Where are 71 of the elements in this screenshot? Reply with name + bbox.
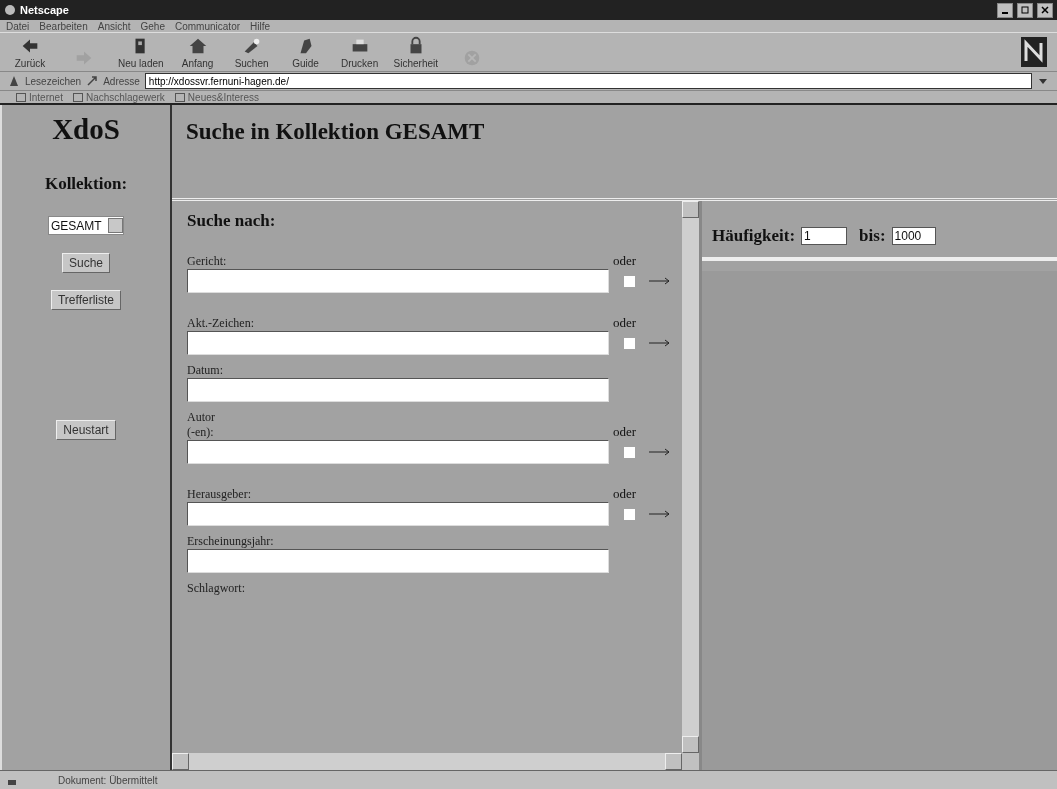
minimize-button[interactable]	[997, 2, 1013, 18]
frequency-label: Häufigkeit:	[712, 226, 796, 246]
or-label: oder	[613, 315, 637, 331]
bookmark-icon	[8, 75, 20, 87]
text-field[interactable]	[187, 331, 609, 355]
folder-icon	[72, 92, 83, 102]
personal-bookmark[interactable]: Nachschlagewerk	[72, 91, 165, 103]
or-label: oder	[613, 253, 637, 269]
menu-item[interactable]: Ansicht	[97, 20, 131, 32]
frequency-to-field[interactable]: 1000	[891, 227, 936, 245]
close-icon	[1041, 6, 1049, 14]
site-logo: XdoS	[52, 113, 120, 146]
field-label: Erscheinungsjahr:	[187, 534, 275, 549]
location-icon	[86, 75, 99, 87]
or-label: oder	[613, 424, 637, 440]
text-field[interactable]	[187, 440, 609, 464]
toolbar-button[interactable]: Drucken	[339, 35, 380, 69]
status-text: Dokument: Übermittelt	[58, 774, 158, 786]
collection-label: Kollektion:	[44, 174, 128, 194]
or-checkbox[interactable]	[623, 337, 635, 349]
sidebar-button[interactable]: Suche	[62, 253, 110, 273]
text-field[interactable]	[187, 549, 609, 573]
field-label: Akt.-Zeichen:	[187, 316, 255, 331]
personal-bookmark[interactable]: Internet	[16, 91, 63, 103]
text-field[interactable]	[187, 378, 609, 402]
arrow-icon	[649, 277, 671, 285]
menu-item[interactable]: Gehe	[140, 20, 165, 32]
horizontal-scrollbar[interactable]	[172, 753, 682, 770]
text-field[interactable]	[187, 269, 609, 293]
form-heading: Suche nach:	[187, 211, 277, 231]
toolbar-button[interactable]: Anfang	[177, 35, 218, 69]
sidebar-button[interactable]: Trefferliste	[51, 290, 121, 310]
field-label: Datum:	[187, 363, 224, 378]
menu-item[interactable]: Hilfe	[250, 20, 271, 32]
menu-item[interactable]: Datei	[6, 20, 30, 32]
or-checkbox[interactable]	[623, 446, 635, 458]
address-label: Adresse	[103, 75, 140, 87]
maximize-button[interactable]	[1017, 2, 1033, 18]
restart-button[interactable]: Neustart	[56, 420, 116, 440]
folder-icon	[174, 92, 185, 102]
arrow-icon	[649, 339, 671, 347]
toolbar-button[interactable]: Suchen	[231, 35, 272, 69]
toolbar-button[interactable]: Zurück	[10, 35, 50, 69]
vertical-scrollbar[interactable]	[682, 201, 699, 753]
field-label: Autor (-en):	[187, 410, 216, 440]
toolbar-button[interactable]: Guide	[285, 35, 326, 69]
page-heading: Suche in Kollektion GESAMT	[186, 119, 485, 144]
arrow-icon	[649, 448, 671, 456]
or-checkbox[interactable]	[623, 275, 635, 287]
close-button[interactable]	[1037, 2, 1053, 18]
menu-item[interactable]: Communicator	[175, 20, 241, 32]
toolbar-button[interactable]: Neu laden	[118, 35, 164, 69]
folder-icon	[16, 92, 26, 102]
toolbar-button[interactable]: Sicherheit	[393, 35, 439, 69]
or-label: oder	[613, 486, 637, 502]
app-icon	[4, 4, 16, 16]
menu-item[interactable]: Bearbeiten	[39, 20, 88, 32]
to-label: bis:	[859, 226, 886, 246]
collection-dropdown[interactable]: GESAMT	[48, 216, 124, 235]
window-title: Netscape	[20, 4, 69, 16]
arrow-icon	[649, 510, 671, 518]
frequency-from-field[interactable]: 1	[801, 227, 848, 245]
personal-bookmark[interactable]: Neues&Interess	[174, 91, 259, 103]
address-field[interactable]: http://xdossvr.fernuni-hagen.de/	[144, 73, 1032, 89]
bookmarks-button[interactable]: Lesezeichen	[25, 75, 82, 87]
field-label: Schlagwort:	[187, 581, 246, 596]
field-label: Herausgeber:	[187, 487, 252, 502]
field-label: Gericht:	[187, 254, 228, 269]
maximize-icon	[1021, 6, 1029, 14]
or-checkbox[interactable]	[623, 508, 635, 520]
text-field[interactable]	[187, 502, 609, 526]
